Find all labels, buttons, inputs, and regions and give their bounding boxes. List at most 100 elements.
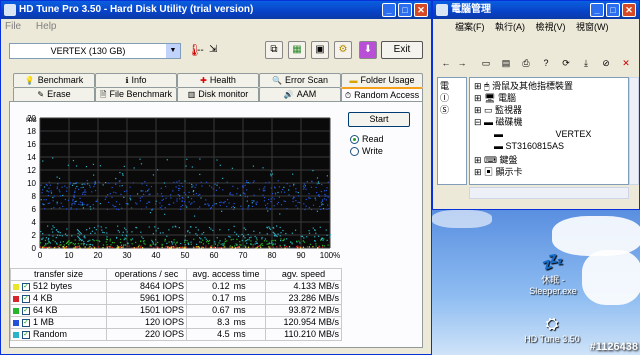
- tree-item-display[interactable]: ⊞ ▣ 顯示卡: [474, 166, 523, 178]
- console-node[interactable]: 電: [440, 80, 464, 92]
- properties-icon[interactable]: ▤: [499, 57, 513, 69]
- read-radio[interactable]: Read: [350, 134, 384, 145]
- desktop-icon-label: HD Tune 3.50: [524, 334, 580, 344]
- data-point: [74, 244, 76, 246]
- data-point: [244, 245, 246, 247]
- data-point: [124, 237, 126, 239]
- data-point: [42, 203, 44, 205]
- devmgr-menu-view[interactable]: 檢視(V): [536, 22, 566, 32]
- series-checkbox[interactable]: ✓: [22, 306, 30, 315]
- data-point: [144, 180, 146, 183]
- tab-disk-monitor[interactable]: ▥ Disk monitor: [177, 87, 259, 101]
- tree-item-mice[interactable]: ⊞ 🖱 滑鼠及其他指標裝置: [474, 80, 573, 92]
- download-icon[interactable]: ⬇: [359, 41, 377, 59]
- desktop-icon-hdtune[interactable]: ⛭ HD Tune 3.50: [524, 316, 580, 344]
- data-point: [116, 247, 118, 249]
- minimize-button[interactable]: _: [382, 3, 396, 17]
- menu-file[interactable]: File: [5, 21, 21, 32]
- scan-icon[interactable]: ⟳: [559, 57, 573, 69]
- y-tick-label: 12: [27, 166, 36, 175]
- tree-item-keyboards[interactable]: ⊞ ⌨ 鍵盤: [474, 154, 518, 166]
- read-radio-dot[interactable]: [350, 135, 359, 145]
- data-point: [293, 184, 295, 187]
- tab-error-scan[interactable]: 🔍 Error Scan: [259, 73, 341, 87]
- temperature-value: --: [197, 45, 204, 56]
- devmgr-menu-action[interactable]: 執行(A): [495, 22, 525, 32]
- devmgr-maximize-button[interactable]: □: [606, 3, 620, 17]
- devmgr-menu-file[interactable]: 檔案(F): [455, 22, 485, 32]
- copy-info-icon[interactable]: ⧉: [265, 41, 283, 59]
- tab-benchmark[interactable]: 💡 Benchmark: [13, 73, 95, 87]
- devmgr-close-button[interactable]: ✕: [622, 3, 636, 17]
- start-button[interactable]: Start: [348, 112, 410, 127]
- chevron-down-icon[interactable]: ▼: [166, 44, 180, 58]
- exit-button[interactable]: Exit: [381, 41, 423, 59]
- data-point: [115, 183, 117, 185]
- data-point: [184, 244, 186, 246]
- up-folder-icon[interactable]: ▭: [479, 57, 493, 69]
- tab-aam[interactable]: 🔊 AAM: [259, 87, 341, 101]
- tree-item-computer[interactable]: ⊞ 🖥 電腦: [474, 92, 516, 104]
- desktop-icon-sleeper[interactable]: 💤 休眠 - Sleeper.exe: [528, 252, 578, 296]
- tab-erase[interactable]: ✎ Erase: [13, 87, 95, 101]
- write-radio-dot[interactable]: [350, 147, 359, 157]
- data-point: [273, 205, 275, 207]
- data-point: [246, 239, 249, 241]
- print-icon[interactable]: ⎙: [519, 57, 533, 69]
- tab-health[interactable]: ✚ Health: [177, 73, 259, 87]
- maximize-button[interactable]: □: [398, 3, 412, 17]
- data-point: [115, 208, 118, 210]
- data-point: [306, 246, 309, 248]
- series-checkbox[interactable]: ✓: [22, 294, 30, 303]
- forward-icon[interactable]: →: [455, 57, 469, 69]
- series-checkbox[interactable]: ✓: [22, 318, 30, 327]
- data-point: [180, 242, 182, 245]
- save-temp-icon[interactable]: ⇲: [209, 44, 217, 55]
- drive-select[interactable]: VERTEX (130 GB) ▼: [9, 43, 181, 59]
- help-icon[interactable]: ?: [539, 57, 553, 69]
- console-node[interactable]: Ⓘ: [440, 92, 464, 104]
- tab-file-benchmark[interactable]: 🗎 File Benchmark: [95, 87, 177, 101]
- console-node[interactable]: Ⓢ: [440, 104, 464, 116]
- copy-screenshot-icon[interactable]: ▦: [288, 41, 306, 59]
- tab-folder-usage[interactable]: ▬ Folder Usage: [341, 73, 423, 87]
- disable-icon[interactable]: ⊘: [599, 57, 613, 69]
- menu-help[interactable]: Help: [36, 21, 57, 32]
- tree-item-monitors[interactable]: ⊞ ▭ 監視器: [474, 104, 522, 116]
- data-point: [201, 185, 203, 187]
- data-point: [58, 177, 61, 180]
- close-button[interactable]: ✕: [414, 3, 428, 17]
- data-point: [40, 246, 42, 248]
- save-icon[interactable]: ▣: [311, 41, 329, 59]
- tab-info[interactable]: ℹ Info: [95, 73, 177, 87]
- tree-item-vertex[interactable]: ▬ VERTEX: [494, 128, 591, 140]
- x-tick-label: 90: [297, 251, 306, 260]
- devmgr-minimize-button[interactable]: _: [590, 3, 604, 17]
- data-point: [106, 244, 108, 246]
- data-point: [276, 235, 278, 238]
- horizontal-scrollbar[interactable]: [469, 187, 629, 199]
- series-checkbox[interactable]: ✓: [22, 330, 30, 339]
- series-checkbox[interactable]: ✓: [22, 282, 30, 291]
- back-icon[interactable]: ←: [439, 57, 453, 69]
- data-point: [205, 245, 207, 247]
- data-point: [316, 183, 318, 185]
- tab-random-access[interactable]: ⏱ Random Access: [341, 87, 423, 101]
- x-tick-label: 10: [65, 251, 74, 260]
- options-icon[interactable]: ⚙: [334, 41, 352, 59]
- data-point: [83, 203, 85, 205]
- data-point: [52, 239, 54, 241]
- devmgr-titlebar[interactable]: 電腦管理 _ □ ✕: [433, 1, 639, 19]
- data-point: [149, 244, 151, 246]
- update-icon[interactable]: ⤓: [579, 57, 593, 69]
- uninstall-icon[interactable]: ✕: [619, 57, 633, 69]
- data-point: [201, 246, 203, 248]
- vertical-scrollbar[interactable]: [629, 77, 639, 185]
- devmgr-menu-window[interactable]: 視窗(W): [576, 22, 609, 32]
- write-radio[interactable]: Write: [350, 146, 383, 157]
- data-point: [74, 190, 76, 192]
- hdtune-titlebar[interactable]: HD Tune Pro 3.50 - Hard Disk Utility (tr…: [1, 1, 431, 19]
- tree-item-st3160815as[interactable]: ▬ ST3160815AS: [494, 140, 564, 152]
- tree-item-disk-drives[interactable]: ⊟ ▬ 磁碟機: [474, 116, 523, 128]
- data-point: [284, 200, 286, 203]
